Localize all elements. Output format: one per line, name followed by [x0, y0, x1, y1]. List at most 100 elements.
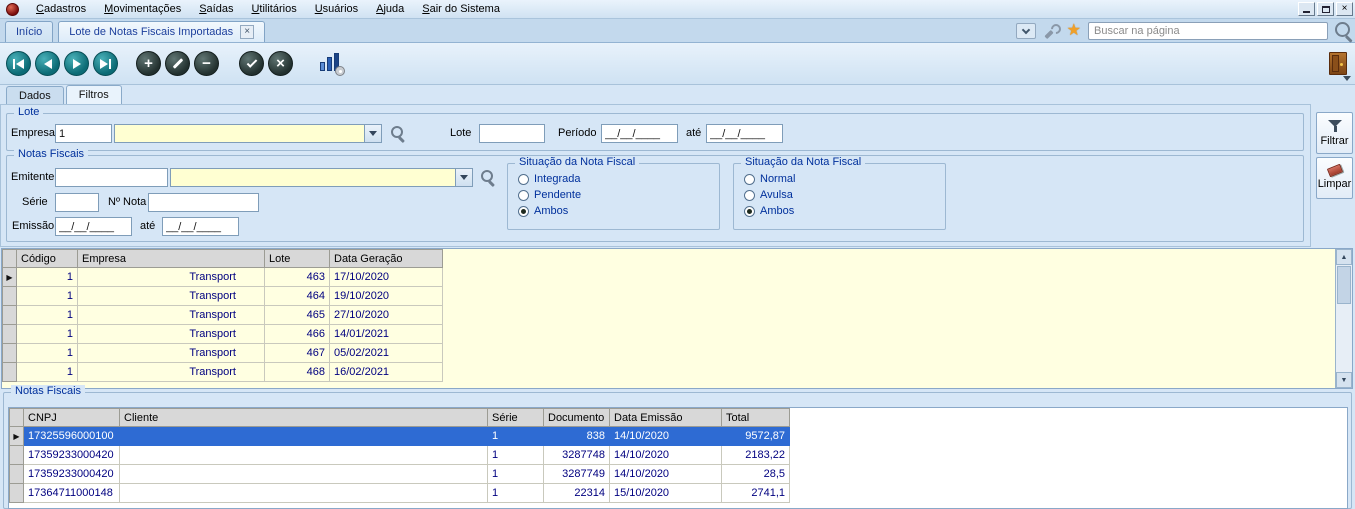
nf-row[interactable]: 17359233000420 1 3287748 14/10/2020 2183… [10, 446, 790, 465]
confirm-button[interactable] [239, 51, 264, 76]
column-header-lote[interactable]: Lote [265, 250, 330, 268]
tab-filtros[interactable]: Filtros [66, 85, 122, 104]
lotes-row[interactable]: 1 Transport 468 16/02/2021 [3, 363, 443, 382]
next-record-icon [73, 59, 81, 69]
emitente-combo-dropdown[interactable] [455, 169, 472, 186]
lotes-row[interactable]: 1 Transport 466 14/01/2021 [3, 325, 443, 344]
radio-avulsa[interactable]: Avulsa [744, 189, 793, 201]
radio-ambos-integracao[interactable]: Ambos [518, 205, 568, 217]
empresa-lookup-icon[interactable] [391, 126, 405, 140]
app-icon [6, 3, 19, 16]
cell-serie: 1 [488, 465, 544, 484]
menu-ajuda[interactable]: Ajuda [367, 1, 413, 17]
first-record-button[interactable] [6, 51, 31, 76]
notas-fiscais-groupbox: Notas Fiscais Emitente Série Nº Nota Emi… [6, 155, 1304, 242]
last-record-button[interactable] [93, 51, 118, 76]
emissao-inicio-input[interactable] [55, 217, 132, 236]
nf-row[interactable]: 17359233000420 1 3287749 14/10/2020 28,5 [10, 465, 790, 484]
column-header-total[interactable]: Total [722, 409, 790, 427]
menu-utilitarios[interactable]: Utilitários [242, 1, 305, 17]
close-button[interactable]: × [1336, 2, 1353, 16]
emitente-input[interactable] [55, 168, 168, 187]
minimize-button[interactable] [1298, 2, 1315, 16]
add-button[interactable]: + [136, 51, 161, 76]
lotes-row[interactable]: 1 Transport 465 27/10/2020 [3, 306, 443, 325]
wrench-icon[interactable] [1043, 23, 1060, 40]
radio-pendente[interactable]: Pendente [518, 189, 581, 201]
chevron-down-icon[interactable] [1016, 23, 1036, 39]
column-header-documento[interactable]: Documento [544, 409, 610, 427]
exit-button[interactable] [1329, 52, 1347, 75]
edit-button[interactable] [165, 51, 190, 76]
radio-pendente-label: Pendente [534, 189, 581, 201]
row-indicator [3, 306, 17, 325]
serie-input[interactable] [55, 193, 99, 212]
cell-data-emissao: 14/10/2020 [610, 465, 722, 484]
next-record-button[interactable] [64, 51, 89, 76]
scroll-up-icon[interactable]: ▲ [1336, 249, 1352, 265]
tab-lote-notas-fiscais-importadas[interactable]: Lote de Notas Fiscais Importadas × [58, 21, 265, 42]
column-header-codigo[interactable]: Código [17, 250, 78, 268]
lotes-row[interactable]: 1 Transport 464 19/10/2020 [3, 287, 443, 306]
cell-empresa: Transport [78, 363, 265, 382]
lotes-row[interactable]: 1 Transport 467 05/02/2021 [3, 344, 443, 363]
nf-row[interactable]: 17364711000148 1 22314 15/10/2020 2741,1 [10, 484, 790, 503]
column-header-empresa[interactable]: Empresa [78, 250, 265, 268]
delete-button[interactable]: − [194, 51, 219, 76]
nnota-input[interactable] [148, 193, 259, 212]
lote-input[interactable] [479, 124, 545, 143]
tab-close-icon[interactable]: × [240, 25, 254, 39]
periodo-fim-input[interactable] [706, 124, 783, 143]
filtrar-button[interactable]: Filtrar [1316, 112, 1353, 154]
menu-movimentacoes[interactable]: Movimentações [95, 1, 190, 17]
column-header-cliente[interactable]: Cliente [120, 409, 488, 427]
scrollbar-track[interactable] [1336, 305, 1352, 372]
radio-ambos-tipo[interactable]: Ambos [744, 205, 794, 217]
chart-bar-icon [327, 57, 332, 71]
empresa-combo-dropdown[interactable] [364, 125, 381, 142]
emissao-fim-input[interactable] [162, 217, 239, 236]
previous-record-button[interactable] [35, 51, 60, 76]
toolbar-overflow-button[interactable] [1343, 76, 1351, 81]
chart-button[interactable] [319, 53, 343, 75]
emitente-lookup-icon[interactable] [481, 170, 495, 184]
column-header-cnpj[interactable]: CNPJ [24, 409, 120, 427]
page-tabs: Dados Filtros [6, 86, 122, 104]
emitente-combo[interactable] [170, 168, 473, 187]
empresa-input[interactable] [55, 124, 112, 143]
tab-dados[interactable]: Dados [6, 86, 64, 104]
scrollbar-thumb[interactable] [1337, 266, 1351, 304]
radio-integrada[interactable]: Integrada [518, 173, 580, 185]
search-icon[interactable] [1335, 22, 1353, 40]
lotes-table: Código Empresa Lote Data Geração ▶ 1 Tra… [2, 249, 443, 382]
empresa-combo[interactable] [114, 124, 382, 143]
tab-inicio[interactable]: Início [5, 21, 53, 42]
nf-row-selected[interactable]: ▶ 17325596000100 1 838 14/10/2020 9572,8… [10, 427, 790, 446]
cell-codigo: 1 [17, 325, 78, 344]
search-input[interactable] [1088, 22, 1328, 40]
cell-empresa: Transport [78, 268, 265, 287]
favorite-star-icon[interactable]: ★ [1067, 23, 1081, 39]
menu-saidas[interactable]: Saídas [190, 1, 242, 17]
cell-empresa: Transport [78, 306, 265, 325]
radio-normal[interactable]: Normal [744, 173, 795, 185]
cell-empresa: Transport [78, 287, 265, 306]
situacao-integracao-groupbox: Situação da Nota Fiscal Integrada Penden… [507, 163, 720, 230]
radio-ambos-label: Ambos [760, 205, 794, 217]
tabstrip-tools: ★ [1016, 21, 1353, 41]
lotes-grid-scrollbar[interactable]: ▲ ▼ [1335, 249, 1352, 388]
menu-cadastros[interactable]: Cadastros [27, 1, 95, 17]
maximize-button[interactable] [1317, 2, 1334, 16]
menu-usuarios[interactable]: Usuários [306, 1, 367, 17]
column-header-data-emissao[interactable]: Data Emissão [610, 409, 722, 427]
scroll-down-icon[interactable]: ▼ [1336, 372, 1352, 388]
cancel-button[interactable]: × [268, 51, 293, 76]
column-header-data-geracao[interactable]: Data Geração [330, 250, 443, 268]
limpar-button[interactable]: Limpar [1316, 157, 1353, 199]
menu-sair-do-sistema[interactable]: Sair do Sistema [413, 1, 509, 17]
lotes-row[interactable]: ▶ 1 Transport 463 17/10/2020 [3, 268, 443, 287]
app-window: { "window": { "menu_items": ["Cadastros"… [0, 0, 1355, 509]
radio-icon [518, 190, 529, 201]
column-header-serie[interactable]: Série [488, 409, 544, 427]
periodo-inicio-input[interactable] [601, 124, 678, 143]
